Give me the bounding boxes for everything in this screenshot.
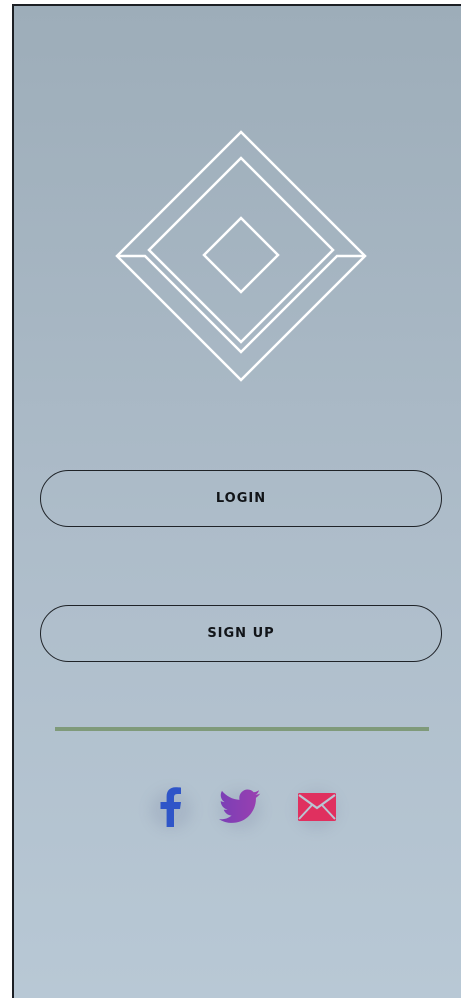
app-frame: LOGIN SIGN UP bbox=[0, 0, 461, 998]
facebook-icon bbox=[160, 787, 181, 827]
logo-diamond-icon bbox=[115, 130, 367, 382]
landing-screen: LOGIN SIGN UP bbox=[12, 4, 461, 998]
facebook-button[interactable] bbox=[148, 784, 194, 830]
mail-icon bbox=[298, 793, 336, 821]
divider bbox=[55, 727, 429, 731]
login-button[interactable]: LOGIN bbox=[40, 470, 442, 527]
twitter-button[interactable] bbox=[217, 784, 263, 830]
signup-button[interactable]: SIGN UP bbox=[40, 605, 442, 662]
twitter-icon bbox=[219, 789, 261, 823]
mail-button[interactable] bbox=[294, 784, 340, 830]
